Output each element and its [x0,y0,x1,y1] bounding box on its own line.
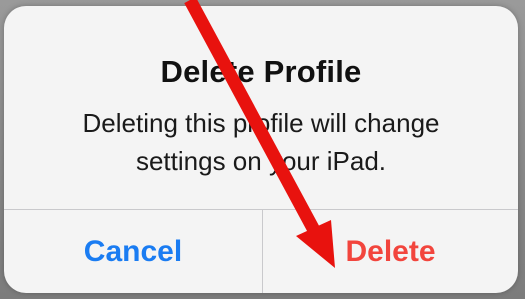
delete-button[interactable]: Delete [263,210,518,293]
alert-title: Delete Profile [160,54,362,89]
delete-profile-alert: Delete Profile Deleting this profile wil… [4,6,518,293]
alert-content: Delete Profile Deleting this profile wil… [4,6,518,209]
cancel-button-label: Cancel [83,234,183,268]
alert-message: Deleting this profile will change settin… [82,108,440,176]
delete-button-label: Delete [345,234,436,268]
cancel-button[interactable]: Cancel [4,210,262,293]
